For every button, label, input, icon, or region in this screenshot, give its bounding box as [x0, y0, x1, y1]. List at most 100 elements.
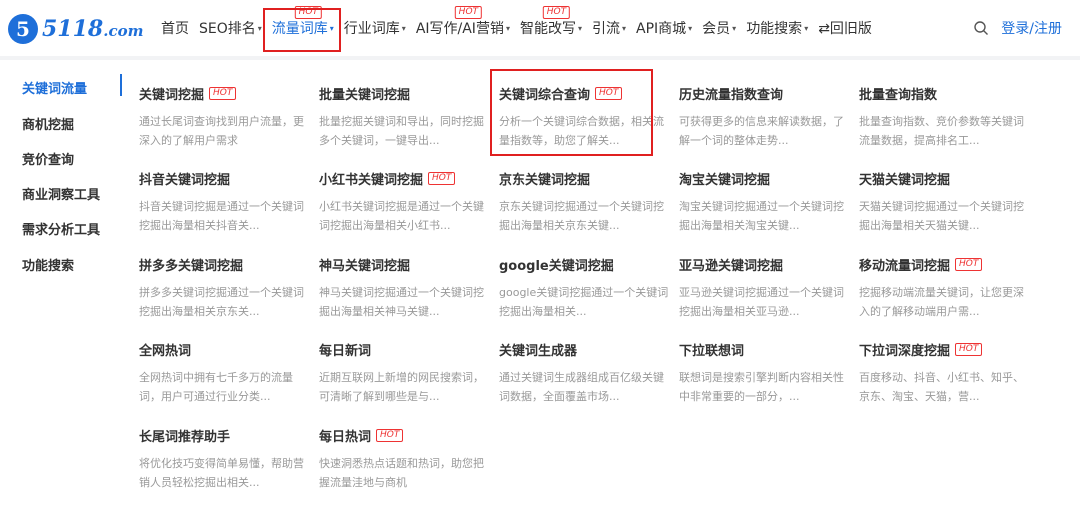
- hot-badge: HOT: [376, 429, 404, 442]
- nav-item-label: 引流: [591, 21, 620, 37]
- nav-item[interactable]: 行业词库 ▾: [341, 0, 409, 56]
- chevron-down-icon: ▾: [401, 23, 406, 33]
- tool-card-description: 可获得更多的信息来解读数据，了解一个词的整体走势...: [679, 115, 844, 147]
- tool-card[interactable]: 淘宝关键词挖掘淘宝关键词挖掘通过一个关键词挖掘出海量相关淘宝关键...: [679, 169, 849, 235]
- tool-card[interactable]: 全网热词 全网热词中拥有七千多万的流量词，用户可通过行业分类...: [139, 340, 309, 406]
- tool-card-title-text: 京东关键词挖掘: [499, 173, 591, 188]
- tool-card[interactable]: 移动流量词挖掘 HOT 挖掘移动端流量关键词，让您更深入的了解移动端用户需...: [859, 255, 1029, 321]
- tool-card[interactable]: 下拉联想词 联想词是搜索引擎判断内容相关性中非常重要的一部分，...: [679, 340, 849, 406]
- chevron-down-icon: ▾: [804, 23, 809, 33]
- sidebar-item[interactable]: 商机挖掘: [22, 114, 74, 133]
- tool-card-title-text: 关键词生成器: [499, 344, 578, 359]
- nav-item[interactable]: AI写作/AI营销 ▾ HOT: [413, 0, 513, 56]
- tool-card[interactable]: 关键词综合查询 HOT 分析一个关键词综合数据，相关流量指数等，助您了解关...: [499, 84, 669, 150]
- tool-card[interactable]: 关键词挖掘 HOT 通过长尾词查询找到用户流量，更深入的了解用户需求: [139, 84, 309, 150]
- tool-card-description: google关键词挖掘通过一个关键词挖掘出海量相关...: [499, 286, 669, 318]
- nav-item-label: ⇄回旧版: [818, 21, 872, 37]
- tool-card-description: 淘宝关键词挖掘通过一个关键词挖掘出海量相关淘宝关键...: [679, 200, 844, 232]
- tool-card-title: 抖音关键词挖掘: [139, 169, 309, 188]
- tool-card-title-text: 拼多多关键词挖掘: [139, 259, 244, 274]
- tool-card-title: 关键词生成器: [499, 340, 669, 359]
- tool-card-title: 京东关键词挖掘: [499, 169, 669, 188]
- nav-item[interactable]: 智能改写 ▾ HOT: [517, 0, 585, 56]
- tool-card[interactable]: 下拉词深度挖掘 HOT 百度移动、抖音、小红书、知乎、京东、淘宝、天猫，营...: [859, 340, 1029, 406]
- hot-badge: HOT: [955, 343, 983, 356]
- tool-card-title-text: 历史流量指数查询: [679, 88, 784, 103]
- tool-card-description: 亚马逊关键词挖掘通过一个关键词挖掘出海量相关亚马逊...: [679, 286, 844, 318]
- tool-card-title-text: 淘宝关键词挖掘: [679, 173, 771, 188]
- nav-right: 登录/注册: [973, 0, 1062, 56]
- tool-card-title-text: google关键词挖掘: [499, 259, 614, 274]
- nav-item[interactable]: 会员 ▾: [699, 0, 739, 56]
- tool-card-description: 通过关键词生成器组成百亿级关键词数据，全面覆盖市场...: [499, 371, 664, 403]
- hot-badge: HOT: [294, 6, 322, 19]
- tool-card-title: 关键词挖掘 HOT: [139, 84, 309, 103]
- dropdown-panel: 关键词流量 商机挖掘 竞价查询 商业洞察工具 需求分析工具 功能搜索 关键词挖掘 HOT 通过…: [0, 60, 1080, 509]
- tool-card-title: 移动流量词挖掘 HOT: [859, 255, 1029, 274]
- tool-card-title-text: 抖音关键词挖掘: [139, 173, 231, 188]
- tool-card-title-text: 长尾词推荐助手: [139, 430, 231, 445]
- tool-card-description: 批量挖掘关键词和导出，同时挖掘多个关键词，一键导出...: [319, 115, 484, 147]
- nav-item-label: SEO排名: [199, 21, 256, 37]
- tool-card[interactable]: 每日热词 HOT 快速洞悉热点话题和热词，助您把握流量洼地与商机: [319, 426, 489, 492]
- hot-badge: HOT: [542, 6, 571, 19]
- tool-card[interactable]: 拼多多关键词挖掘拼多多关键词挖掘通过一个关键词挖掘出海量相关京东关...: [139, 255, 309, 321]
- tool-card-title-text: 批量查询指数: [859, 88, 938, 103]
- category-sidebar: 关键词流量商机挖掘竞价查询商业洞察工具 需求分析工具 功能搜索: [0, 60, 124, 509]
- tool-card[interactable]: 亚马逊关键词挖掘亚马逊关键词挖掘通过一个关键词挖掘出海量相关亚马逊...: [679, 255, 849, 321]
- nav-item-label: 会员: [702, 21, 731, 37]
- tool-card-title: 批量关键词挖掘: [319, 84, 489, 103]
- tool-card-title: 小红书关键词挖掘 HOT: [319, 169, 489, 188]
- nav-item[interactable]: 流量词库 ▾ HOT: [269, 0, 337, 56]
- search-icon[interactable]: [973, 20, 989, 36]
- tool-card-title-text: 每日新词: [319, 344, 372, 359]
- nav-item[interactable]: SEO排名 ▾: [196, 0, 265, 56]
- sidebar-item[interactable]: 关键词流量: [22, 78, 87, 97]
- tool-card[interactable]: 抖音关键词挖掘 抖音关键词挖掘是通过一个关键词挖掘出海量相关抖音关...: [139, 169, 309, 235]
- tool-card-title: 天猫关键词挖掘: [859, 169, 1029, 188]
- nav-item[interactable]: 引流 ▾: [589, 0, 629, 56]
- sidebar-item[interactable]: 竞价查询: [22, 149, 74, 168]
- chevron-down-icon: ▾: [257, 23, 262, 33]
- tool-card-title-text: 神马关键词挖掘: [319, 259, 411, 274]
- tool-card[interactable]: 京东关键词挖掘 京东关键词挖掘通过一个关键词挖掘出海量相关京东关键...: [499, 169, 669, 235]
- nav-item-label: AI写作/AI营销: [415, 21, 504, 37]
- tool-card-title: 亚马逊关键词挖掘: [679, 255, 849, 274]
- tool-card-title-text: 关键词挖掘: [139, 88, 205, 103]
- tool-card[interactable]: 批量查询指数 批量查询指数、竞价参数等关键词流量数据，提高排名工...: [859, 84, 1029, 150]
- tool-card-title: 神马关键词挖掘: [319, 255, 489, 274]
- tool-card-title-text: 每日热词: [319, 430, 372, 445]
- tool-card[interactable]: 每日新词 近期互联网上新增的网民搜索词，可清晰了解到哪些是与...: [319, 340, 489, 406]
- tool-card[interactable]: 关键词生成器通过关键词生成器组成百亿级关键词数据，全面覆盖市场...: [499, 340, 669, 406]
- chevron-down-icon: ▾: [505, 23, 510, 33]
- page: 5 5118.com 首页 SEO排名 ▾ 流量词库 ▾ HOT 行业词库 ▾ AI写作/AI营…: [0, 0, 1080, 509]
- sidebar-item[interactable]: 需求分析工具: [22, 219, 100, 238]
- tool-card[interactable]: 批量关键词挖掘批量挖掘关键词和导出，同时挖掘多个关键词，一键导出...: [319, 84, 489, 150]
- nav-item[interactable]: API商城 ▾: [633, 0, 695, 56]
- chevron-down-icon: ▾: [732, 23, 737, 33]
- tool-card-title-text: 下拉词深度挖掘: [859, 344, 951, 359]
- tool-card[interactable]: 神马关键词挖掘 神马关键词挖掘通过一个关键词挖掘出海量相关神马关键...: [319, 255, 489, 321]
- tool-card[interactable]: 小红书关键词挖掘 HOT 小红书关键词挖掘是通过一个关键词挖掘出海量相关小红书...: [319, 169, 489, 235]
- tool-card[interactable]: 长尾词推荐助手 将优化技巧变得简单易懂，帮助营销人员轻松挖掘出相关...: [139, 426, 309, 492]
- tool-card-title-text: 移动流量词挖掘: [859, 259, 951, 274]
- nav-item[interactable]: 首页: [158, 0, 192, 56]
- nav-item-label: 流量词库: [271, 21, 328, 37]
- login-register-link[interactable]: 登录/注册: [1001, 18, 1062, 38]
- tool-card-description: 通过长尾词查询找到用户流量，更深入的了解用户需求: [139, 115, 304, 147]
- tool-card-title-text: 下拉联想词: [679, 344, 745, 359]
- sidebar-item[interactable]: 功能搜索: [22, 255, 74, 274]
- tool-card[interactable]: 历史流量指数查询可获得更多的信息来解读数据，了解一个词的整体走势...: [679, 84, 849, 150]
- tool-card[interactable]: google关键词挖掘 google关键词挖掘通过一个关键词挖掘出海量相关...: [499, 255, 669, 321]
- chevron-down-icon: ▾: [329, 23, 334, 33]
- tool-card-title: 每日新词: [319, 340, 489, 359]
- nav-item[interactable]: ⇄回旧版: [815, 0, 875, 56]
- chevron-down-icon: ▾: [577, 23, 582, 33]
- chevron-down-icon: ▾: [688, 23, 693, 33]
- tool-card[interactable]: 天猫关键词挖掘 天猫关键词挖掘通过一个关键词挖掘出海量相关天猫关键...: [859, 169, 1029, 235]
- tool-card-description: 拼多多关键词挖掘通过一个关键词挖掘出海量相关京东关...: [139, 286, 304, 318]
- sidebar-item[interactable]: 商业洞察工具: [22, 184, 100, 203]
- logo[interactable]: 5 5118.com: [8, 14, 143, 44]
- nav-item[interactable]: 功能搜索 ▾: [743, 0, 811, 56]
- tool-card-description: 全网热词中拥有七千多万的流量词，用户可通过行业分类...: [139, 371, 293, 403]
